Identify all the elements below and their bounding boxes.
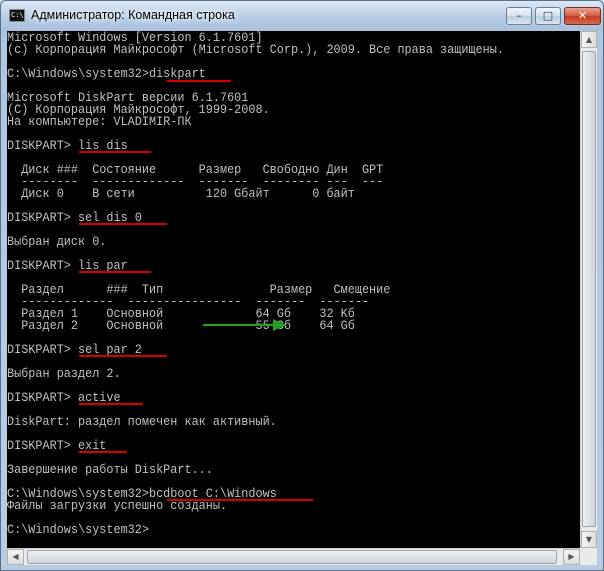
vertical-scroll-thumb[interactable]	[582, 51, 596, 527]
console-line: C:\Windows\system32>diskpart	[7, 66, 206, 81]
minimize-button[interactable]: –	[506, 7, 532, 25]
console-line: Выбран диск 0.	[7, 234, 107, 249]
command-underline	[79, 403, 143, 405]
console-line: Завершение работы DiskPart...	[7, 462, 213, 477]
command-underline	[79, 451, 127, 453]
green-arrow-icon	[203, 319, 287, 331]
horizontal-scrollbar[interactable]: ◀ ▶	[7, 548, 580, 565]
scroll-right-icon[interactable]: ▶	[563, 549, 580, 565]
vertical-scrollbar[interactable]: ▲ ▼	[580, 31, 597, 548]
close-button[interactable]: ✕	[564, 7, 601, 25]
maximize-button[interactable]: □	[535, 7, 561, 25]
scroll-up-icon[interactable]: ▲	[581, 31, 597, 48]
size-grip[interactable]	[580, 548, 597, 565]
console-line: Диск 0 В сети 120 Gбайт 0 байт	[7, 186, 355, 201]
console-line: Выбран раздел 2.	[7, 366, 121, 381]
console-line: Файлы загрузки успешно созданы.	[7, 498, 228, 513]
horizontal-scroll-thumb[interactable]	[27, 550, 557, 564]
command-underline	[167, 499, 313, 501]
command-prompt-window: C:\ Администратор: Командная строка – □ …	[0, 0, 604, 571]
command-underline	[79, 271, 151, 273]
cmd-icon: C:\	[9, 9, 25, 22]
console-line: (c) Корпорация Майкрософт (Microsoft Cor…	[7, 42, 504, 57]
scroll-down-icon[interactable]: ▼	[581, 531, 597, 548]
console-line: Раздел 2 Основной 55 Gб 64 Gб	[7, 318, 355, 333]
command-underline	[79, 151, 151, 153]
scroll-left-icon[interactable]: ◀	[7, 549, 24, 565]
window-title: Администратор: Командная строка	[31, 8, 235, 22]
console-line: На компьютере: VLADIMIR-ПК	[7, 114, 192, 129]
command-underline	[167, 80, 231, 82]
command-underline	[79, 355, 167, 357]
title-bar[interactable]: C:\ Администратор: Командная строка – □ …	[1, 1, 603, 31]
console-output[interactable]: Microsoft Windows [Version 6.1.7601] (c)…	[7, 31, 580, 548]
console-line: C:\Windows\system32>	[7, 522, 149, 537]
console-line: DiskPart: раздел помечен как активный.	[7, 414, 277, 429]
command-underline	[79, 223, 167, 225]
